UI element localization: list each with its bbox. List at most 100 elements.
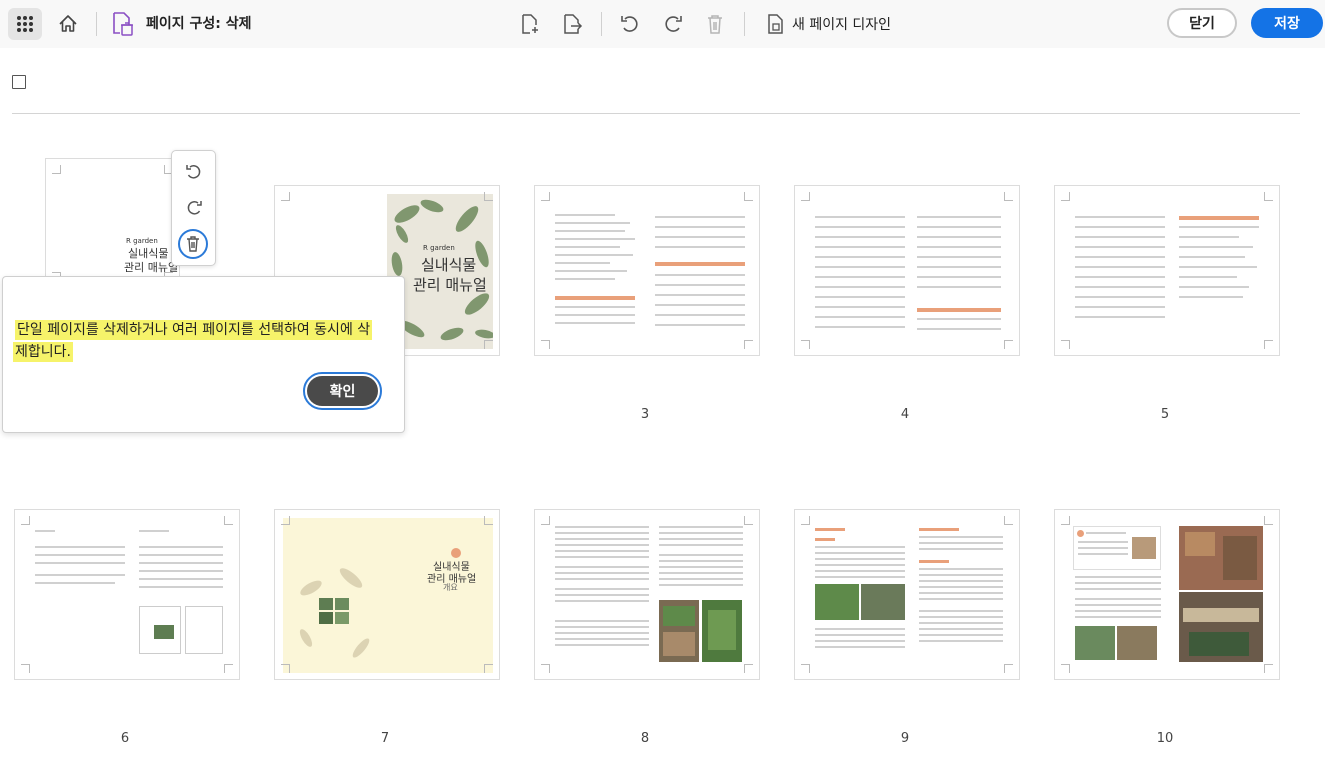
text-line [1179,286,1249,288]
text-line [1078,553,1128,555]
text-line [815,266,905,268]
crop-mark [1264,340,1273,349]
text-line [659,554,743,556]
text-line [1075,226,1165,228]
text-line [139,546,223,548]
text-line [1075,286,1165,288]
text-line [1078,547,1128,549]
figure-box [139,606,181,654]
select-all-checkbox[interactable] [12,75,26,89]
extract-page-icon[interactable] [560,12,584,36]
text-line [555,594,649,596]
text-line [655,324,745,326]
crop-mark [801,664,810,673]
text-line [139,586,223,588]
text-line [1179,236,1239,238]
photo [1075,626,1115,660]
text-line [555,306,635,308]
insert-page-icon[interactable] [518,12,542,36]
table-header [655,262,745,266]
page-thumbnail-5[interactable] [1054,185,1280,356]
page-thumbnail-9[interactable] [794,509,1020,680]
crop-mark [1264,516,1273,525]
page-number-3: 3 [640,407,650,422]
text-line [555,270,627,272]
page-number-9: 9 [900,731,910,746]
text-line [655,226,745,228]
text-line [917,286,1001,288]
text-line [919,634,1003,636]
text-line [659,572,743,574]
crop-mark [744,664,753,673]
text-line [555,246,620,248]
delete-icon[interactable] [703,12,727,36]
redo-icon[interactable] [661,12,685,36]
text-line [555,230,625,232]
text-line [655,236,745,238]
crop-mark [1061,516,1070,525]
text-line [919,568,1003,570]
page-number-4: 4 [900,407,910,422]
crop-mark [1061,192,1070,201]
text-line [659,532,743,534]
page-thumbnail-8[interactable] [534,509,760,680]
photo [1179,526,1263,590]
crop-mark [52,165,61,174]
section-heading [815,528,845,531]
text-line [917,266,1001,268]
text-line [1179,256,1245,258]
info-box [1073,526,1161,570]
text-line [139,562,223,564]
text-line [1179,276,1237,278]
page-thumbnail-10[interactable] [1054,509,1280,680]
trash-icon[interactable] [178,229,208,259]
rotate-right-icon[interactable] [183,197,205,219]
page-thumbnail-3[interactable] [534,185,760,356]
text-line [815,576,905,578]
text-line [555,538,649,540]
text-line [35,574,125,576]
new-page-design-button[interactable]: 새 페이지 디자인 [792,14,891,34]
text-line [655,304,745,306]
page-number-5: 5 [1160,407,1170,422]
text-line [1075,588,1161,590]
photo [702,600,742,662]
text-line [815,326,905,328]
crop-mark [1061,340,1070,349]
page-thumbnail-1[interactable]: R garden 실내식물 관리 매뉴얼 [45,158,180,288]
rotate-left-icon[interactable] [183,161,205,183]
table-header [555,296,635,300]
cover-main-title: 실내식물 [421,256,477,274]
text-line [655,314,745,316]
apps-grid-icon[interactable] [8,8,42,40]
text-line [815,286,905,288]
close-button[interactable]: 닫기 [1167,8,1237,38]
photo-detail [1223,536,1257,580]
text-line [555,222,630,224]
text-line [555,600,649,602]
crop-mark [484,340,493,349]
text-line [919,548,1003,550]
home-icon[interactable] [56,12,80,36]
text-line [815,634,905,636]
text-line [1075,576,1161,578]
undo-icon[interactable] [618,12,642,36]
text-line [919,628,1003,630]
crop-mark [1264,664,1273,673]
save-button[interactable]: 저장 [1251,8,1323,38]
text-line [1075,276,1165,278]
text-line [1179,226,1259,228]
chapter-dot [451,548,461,558]
page-thumbnail-4[interactable] [794,185,1020,356]
text-line [815,246,905,248]
organize-delete-icon [110,11,136,37]
text-line [815,256,905,258]
text-line [815,546,905,548]
text-line [917,216,1001,218]
page-thumbnail-6[interactable] [14,509,240,680]
page-thumbnail-7[interactable]: 실내식물 관리 매뉴얼 개요 [274,509,500,680]
confirm-button[interactable]: 확인 [307,376,378,406]
text-line [35,562,125,564]
new-page-design-icon[interactable] [764,12,788,36]
text-line [815,306,905,308]
